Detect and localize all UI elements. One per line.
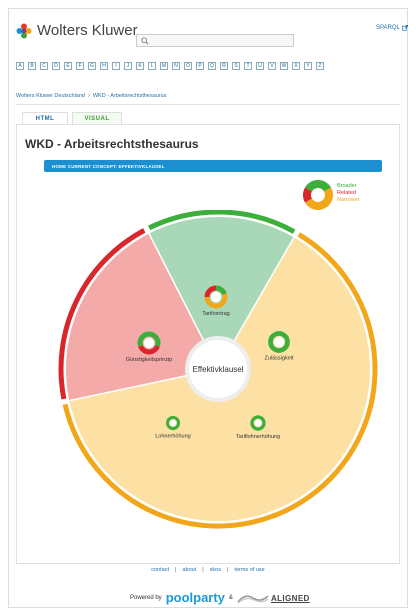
alphabet-letter-q[interactable]: Q xyxy=(208,62,216,70)
page-title: WKD - Arbeitsrechtsthesaurus xyxy=(25,137,199,151)
alphabet-letter-v[interactable]: V xyxy=(268,62,276,70)
alphabet-letter-g[interactable]: G xyxy=(88,62,96,70)
alphabet-letter-j[interactable]: J xyxy=(124,62,132,70)
footer-skos-link[interactable]: skos xyxy=(210,567,221,573)
alphabet-letter-k[interactable]: K xyxy=(136,62,144,70)
footer-about-link[interactable]: about xyxy=(182,567,196,573)
poolparty-logo[interactable]: poolparty xyxy=(166,589,225,607)
guenstigkeitsprinzip-label: Günstigkeitsprinzip xyxy=(126,357,172,363)
tab-visual[interactable]: VISUAL xyxy=(72,112,122,124)
legend-related-arc xyxy=(303,187,313,203)
breadcrumb-root[interactable]: Wolters Kluwer Deutschland xyxy=(16,93,85,99)
wolters-kluwer-logo-icon xyxy=(16,23,32,38)
breadcrumb-current[interactable]: WKD - Arbeitsrechtsthesaurus xyxy=(93,93,167,99)
sparql-label: SPARQL xyxy=(376,25,400,31)
sparql-link[interactable]: SPARQL xyxy=(376,25,408,31)
alphabet-letter-d[interactable]: D xyxy=(52,62,60,70)
alphabet-letter-b[interactable]: B xyxy=(28,62,36,70)
search-icon xyxy=(141,36,149,45)
alphabet-letter-h[interactable]: H xyxy=(100,62,108,70)
legend: Broader Related Narrower xyxy=(303,180,360,210)
center-concept-label: Effektivklausel xyxy=(193,365,244,374)
legend-donut-icon xyxy=(303,180,333,210)
aligned-wave-icon xyxy=(237,595,269,604)
legend-narrower: Narrower xyxy=(337,197,360,203)
footer-divider: | xyxy=(202,567,204,573)
footer-divider: | xyxy=(175,567,177,573)
brand-name: Wolters Kluwer xyxy=(37,22,138,39)
tarifvertrag-label: Tarifvertrag xyxy=(202,311,230,317)
tariflohnerhoehung-label: Tariflohnerhöhung xyxy=(236,434,280,440)
zulaessigkeit-node[interactable] xyxy=(274,337,284,347)
legend-broader-arc xyxy=(305,180,331,192)
zulaessigkeit-label: Zulässigkeit xyxy=(264,356,294,362)
alphabet-letter-z[interactable]: Z xyxy=(316,62,324,70)
alphabet-letter-w[interactable]: W xyxy=(280,62,288,70)
home-concept-bar[interactable]: HOME CURRENT CONCEPT: EFFEKTIVKLAUSEL xyxy=(44,160,382,172)
poolparty-logo-text-a: pool xyxy=(165,590,194,605)
guenstigkeitsprinzip-node[interactable] xyxy=(143,337,155,349)
footer-contact-link[interactable]: contact xyxy=(151,567,169,573)
home-concept-label: HOME CURRENT CONCEPT: EFFEKTIVKLAUSEL xyxy=(52,163,165,169)
tarifvertrag-node[interactable] xyxy=(210,291,222,303)
footer-links: contact | about | skos | terms of use xyxy=(0,567,416,573)
alphabet-letter-m[interactable]: M xyxy=(160,62,168,70)
powered-by-label: Powered by xyxy=(130,595,162,601)
brand-logo[interactable]: Wolters Kluwer xyxy=(16,22,138,39)
lohnerhoehung-label: Lohnerhöhung xyxy=(155,434,190,440)
alphabet-letter-c[interactable]: C xyxy=(40,62,48,70)
breadcrumb: Wolters Kluwer Deutschland › WKD - Arbei… xyxy=(16,93,167,99)
breadcrumb-separator: › xyxy=(87,93,90,99)
alphabet-letter-p[interactable]: P xyxy=(196,62,204,70)
alphabet-letter-f[interactable]: F xyxy=(76,62,84,70)
search-input[interactable] xyxy=(136,34,294,47)
alphabet-letter-x[interactable]: X xyxy=(292,62,300,70)
divider xyxy=(16,104,400,105)
legend-related: Related xyxy=(337,190,356,196)
powered-by: Powered by poolparty & ALIGNED xyxy=(130,589,310,607)
alphabet-letter-o[interactable]: O xyxy=(184,62,192,70)
alphabet-letter-l[interactable]: L xyxy=(148,62,156,70)
lohnerhoehung-node[interactable] xyxy=(169,419,177,427)
alphabet-letter-e[interactable]: E xyxy=(64,62,72,70)
alphabet-letter-y[interactable]: Y xyxy=(304,62,312,70)
tariflohnerhoehung-node[interactable] xyxy=(254,419,262,427)
aligned-logo-text: ALIGNED xyxy=(270,593,310,603)
alphabet-letter-a[interactable]: A xyxy=(16,62,24,70)
ampersand: & xyxy=(228,595,233,601)
view-tabs: HTML VISUAL xyxy=(22,112,122,124)
footer-terms-link[interactable]: terms of use xyxy=(234,567,264,573)
footer-divider: | xyxy=(226,567,229,573)
alphabet-index: ABCDEFGHIJKLMNOPQRSTUVWXYZ xyxy=(16,62,400,70)
aligned-logo[interactable]: ALIGNED xyxy=(237,592,310,604)
alphabet-letter-i[interactable]: I xyxy=(112,62,120,70)
tab-html[interactable]: HTML xyxy=(22,112,68,124)
concept-wheel: Effektivklausel Tarifvertrag Günstigkeitsp… xyxy=(58,210,378,529)
alphabet-letter-n[interactable]: N xyxy=(172,62,180,70)
external-link-icon xyxy=(401,25,408,31)
alphabet-letter-r[interactable]: R xyxy=(220,62,228,70)
alphabet-letter-s[interactable]: S xyxy=(232,62,240,70)
legend-broader: Broader xyxy=(337,183,357,189)
alphabet-letter-u[interactable]: U xyxy=(256,62,264,70)
poolparty-logo-text-b: party xyxy=(193,590,225,605)
alphabet-letter-t[interactable]: T xyxy=(244,62,252,70)
